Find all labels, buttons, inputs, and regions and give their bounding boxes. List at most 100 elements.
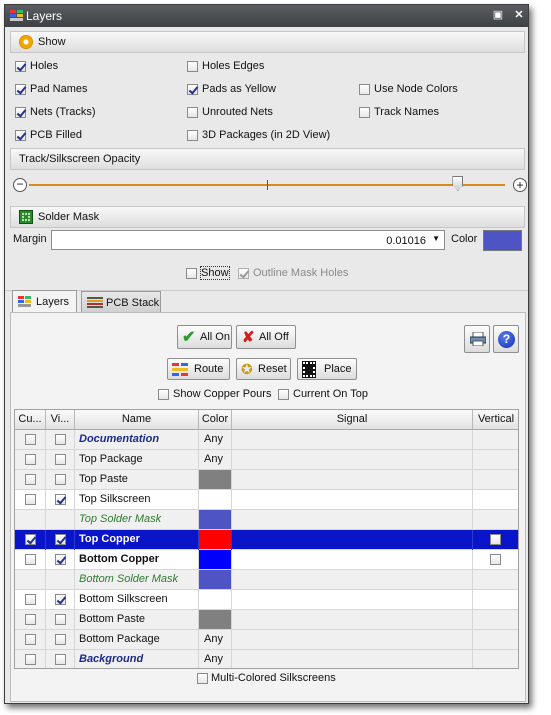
current-layer-checkbox[interactable]: [25, 454, 36, 465]
track-names-checkbox[interactable]: [359, 107, 370, 118]
solder-mask-header[interactable]: Solder Mask: [10, 206, 525, 228]
current-layer-checkbox[interactable]: [25, 594, 36, 605]
pads-yellow-checkbox[interactable]: [187, 84, 198, 95]
vertical-cell: [473, 550, 518, 570]
column-header-color[interactable]: Color: [199, 410, 232, 430]
print-button[interactable]: [464, 325, 490, 353]
signal-cell: [232, 610, 473, 630]
vertical-checkbox[interactable]: [490, 534, 501, 545]
packages-3d-checkbox[interactable]: [187, 130, 198, 141]
layer-row[interactable]: Bottom Paste: [15, 610, 518, 630]
nets-tracks-checkbox[interactable]: [15, 107, 26, 118]
chevron-down-icon[interactable]: ▼: [432, 234, 440, 243]
current-layer-checkbox[interactable]: [25, 554, 36, 565]
holes-edges-checkbox[interactable]: [187, 61, 198, 72]
column-header-signal[interactable]: Signal: [232, 410, 473, 430]
layer-row[interactable]: Top Solder Mask: [15, 510, 518, 530]
close-button[interactable]: ✕: [512, 8, 526, 22]
layer-color-swatch[interactable]: [199, 490, 231, 509]
layer-name: Top Silkscreen: [75, 490, 199, 510]
column-header-visible[interactable]: Vi...: [46, 410, 75, 430]
pin-button[interactable]: ▣: [491, 8, 505, 22]
layer-color-swatch[interactable]: [199, 470, 231, 489]
vertical-cell: [473, 570, 518, 590]
visible-cell: [46, 630, 75, 650]
show-section-header[interactable]: Show: [10, 31, 525, 53]
help-button[interactable]: ?: [493, 325, 519, 353]
show-copper-pours-checkbox[interactable]: [158, 389, 169, 400]
current-cell: [15, 470, 46, 490]
signal-cell: [232, 650, 473, 668]
layer-color: Any: [199, 430, 232, 450]
margin-input[interactable]: 0.01016 ▼: [51, 230, 445, 250]
current-layer-checkbox[interactable]: [25, 474, 36, 485]
route-label: Route: [194, 363, 224, 375]
multi-colored-silkscreens-checkbox[interactable]: [197, 673, 208, 684]
reset-button[interactable]: ✪ Reset: [236, 358, 291, 380]
layer-visible-checkbox[interactable]: [55, 614, 66, 625]
column-header-current[interactable]: Cu...: [15, 410, 46, 430]
layer-row[interactable]: Top Paste: [15, 470, 518, 490]
zoom-out-icon[interactable]: −: [13, 178, 27, 192]
layer-visible-checkbox[interactable]: [55, 534, 66, 545]
use-node-colors-checkbox[interactable]: [359, 84, 370, 95]
layer-row[interactable]: Bottom Silkscreen: [15, 590, 518, 610]
all-on-button[interactable]: ✔ All On: [177, 325, 232, 349]
unrouted-nets-checkbox[interactable]: [187, 107, 198, 118]
layer-visible-checkbox[interactable]: [55, 654, 66, 665]
layer-visible-checkbox[interactable]: [55, 634, 66, 645]
pad-names-checkbox[interactable]: [15, 84, 26, 95]
outline-mask-holes-checkbox[interactable]: [238, 268, 249, 279]
current-on-top-checkbox[interactable]: [278, 389, 289, 400]
opacity-slider[interactable]: − +: [13, 175, 527, 197]
column-header-name[interactable]: Name: [75, 410, 199, 430]
layer-color: [199, 550, 232, 570]
window-title: Layers: [26, 9, 63, 23]
layer-color-swatch[interactable]: [199, 590, 231, 609]
current-layer-checkbox[interactable]: [25, 614, 36, 625]
layer-row[interactable]: Documentation Any: [15, 430, 518, 450]
layer-row[interactable]: Bottom Copper: [15, 550, 518, 570]
layer-color-swatch[interactable]: [199, 570, 231, 589]
current-layer-checkbox[interactable]: [25, 434, 36, 445]
route-button[interactable]: Route: [167, 358, 230, 380]
layer-color: [199, 530, 232, 550]
mask-show-checkbox[interactable]: [186, 268, 197, 279]
tab-layers[interactable]: Layers: [12, 290, 77, 313]
layer-visible-checkbox[interactable]: [55, 454, 66, 465]
layer-visible-checkbox[interactable]: [55, 594, 66, 605]
place-button[interactable]: Place: [297, 358, 357, 380]
layer-row[interactable]: Top Copper: [15, 530, 518, 550]
layer-color-swatch[interactable]: [199, 530, 231, 549]
column-header-vertical[interactable]: Vertical: [473, 410, 518, 430]
current-layer-checkbox[interactable]: [25, 494, 36, 505]
layer-visible-checkbox[interactable]: [55, 554, 66, 565]
place-label: Place: [324, 363, 352, 375]
layer-visible-checkbox[interactable]: [55, 434, 66, 445]
mask-color-swatch[interactable]: [483, 230, 522, 251]
layer-row[interactable]: Background Any: [15, 650, 518, 668]
title-bar[interactable]: Layers ▣ ✕: [5, 5, 528, 27]
layer-visible-checkbox[interactable]: [55, 494, 66, 505]
layer-color: Any: [199, 650, 232, 668]
layer-row[interactable]: Bottom Solder Mask: [15, 570, 518, 590]
current-layer-checkbox[interactable]: [25, 634, 36, 645]
signal-cell: [232, 490, 473, 510]
layer-row[interactable]: Bottom Package Any: [15, 630, 518, 650]
all-off-button[interactable]: ✘ All Off: [236, 325, 296, 349]
tab-pcb-stack[interactable]: PCB Stack: [81, 291, 161, 313]
vertical-checkbox[interactable]: [490, 554, 501, 565]
layer-color-swatch[interactable]: [199, 610, 231, 629]
visible-cell: [46, 550, 75, 570]
current-layer-checkbox[interactable]: [25, 654, 36, 665]
layer-color-swatch[interactable]: [199, 550, 231, 569]
current-layer-checkbox[interactable]: [25, 534, 36, 545]
pcb-filled-checkbox[interactable]: [15, 130, 26, 141]
slider-thumb[interactable]: [452, 176, 464, 191]
holes-checkbox[interactable]: [15, 61, 26, 72]
layer-row[interactable]: Top Package Any: [15, 450, 518, 470]
zoom-in-icon[interactable]: +: [513, 178, 527, 192]
layer-visible-checkbox[interactable]: [55, 474, 66, 485]
layer-color-swatch[interactable]: [199, 510, 231, 529]
layer-row[interactable]: Top Silkscreen: [15, 490, 518, 510]
